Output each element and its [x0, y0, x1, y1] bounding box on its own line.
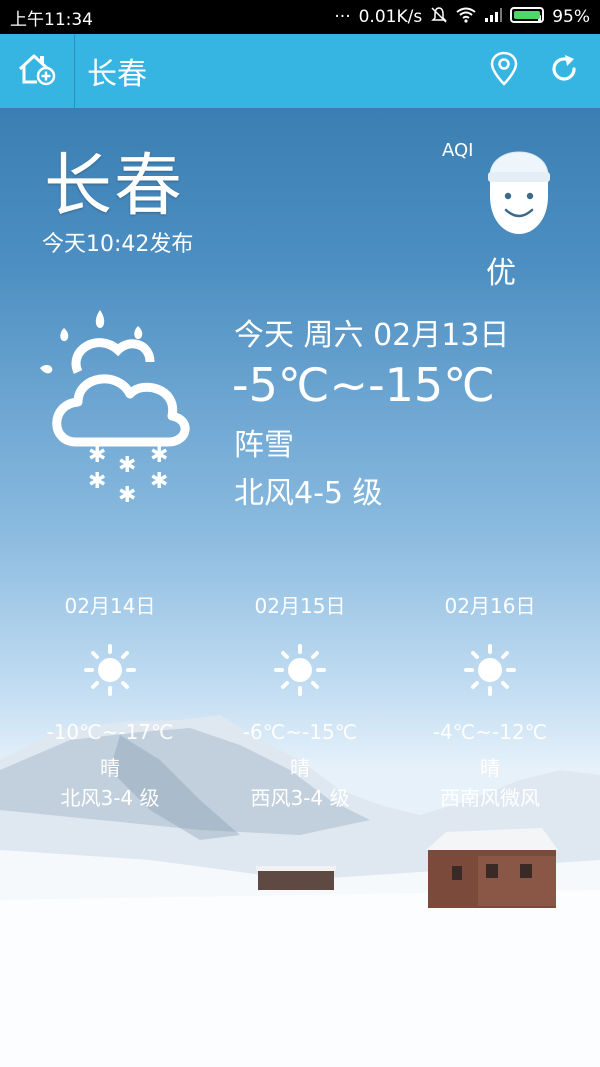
- forecast-date: 02月14日: [64, 594, 156, 618]
- forecast-temperature: -4℃~-12℃: [432, 720, 548, 744]
- today-date: 今天 周六 02月13日: [234, 318, 510, 353]
- forecast-condition: 晴: [290, 756, 310, 780]
- publish-time: 今天10:42发布: [42, 232, 194, 257]
- forecast-wind: 西南风微风: [440, 786, 540, 810]
- network-speed: 0.01K/s: [358, 7, 423, 27]
- aqi-face-icon: [484, 136, 554, 240]
- home-add-icon: [17, 52, 57, 90]
- city-name: 长春: [44, 147, 185, 226]
- aqi-level: 优: [486, 256, 516, 291]
- refresh-button[interactable]: [534, 34, 594, 108]
- forecast-date: 02月16日: [444, 594, 536, 618]
- forecast-temperature: -6℃~-15℃: [242, 720, 358, 744]
- refresh-icon: [548, 53, 580, 89]
- add-city-button[interactable]: [0, 34, 75, 108]
- status-time: 上午11:34: [10, 9, 93, 30]
- today-condition: 阵雪: [234, 428, 294, 463]
- svg-text:✱: ✱: [150, 469, 168, 494]
- forecast-wind: 西风3-4 级: [250, 786, 350, 810]
- svg-text:✱: ✱: [150, 443, 168, 468]
- sun-icon: [200, 620, 400, 720]
- today-temperature: -5℃~-15℃: [232, 358, 495, 412]
- app-toolbar: 长春: [0, 34, 600, 108]
- forecast-day-3: 02月16日 -4℃~-12℃ 晴 西南风微风: [390, 590, 590, 811]
- svg-text:✱: ✱: [88, 469, 106, 494]
- today-wind: 北风4-5 级: [234, 476, 383, 511]
- signal-icon: [484, 7, 503, 28]
- svg-text:✱: ✱: [88, 443, 106, 468]
- forecast-day-2: 02月15日 -6℃~-15℃ 晴 西风3-4 级: [200, 590, 400, 811]
- forecast-condition: 晴: [100, 756, 120, 780]
- battery-percent: 95%: [552, 7, 590, 27]
- more-dots-icon: ···: [334, 7, 351, 27]
- status-bar: 上午11:34 ··· 0.01K/s 95%: [0, 0, 600, 34]
- mute-icon: [430, 6, 448, 29]
- locate-button[interactable]: [474, 34, 534, 108]
- forecast-wind: 北风3-4 级: [60, 786, 160, 810]
- sun-icon: [10, 620, 210, 720]
- svg-text:✱: ✱: [118, 483, 136, 508]
- location-pin-icon: [489, 51, 519, 91]
- svg-text:✱: ✱: [118, 453, 136, 478]
- sun-icon: [390, 620, 590, 720]
- battery-icon: [510, 6, 545, 28]
- aqi-label: AQI: [442, 140, 474, 161]
- snow-shower-icon: ✱ ✱ ✱ ✱ ✱ ✱: [38, 310, 198, 514]
- toolbar-title: 长春: [87, 57, 147, 92]
- forecast-condition: 晴: [480, 756, 500, 780]
- forecast-day-1: 02月14日 -10℃~-17℃ 晴 北风3-4 级: [10, 590, 210, 811]
- forecast-date: 02月15日: [254, 594, 346, 618]
- forecast-temperature: -10℃~-17℃: [46, 720, 174, 744]
- wifi-icon: [456, 7, 476, 28]
